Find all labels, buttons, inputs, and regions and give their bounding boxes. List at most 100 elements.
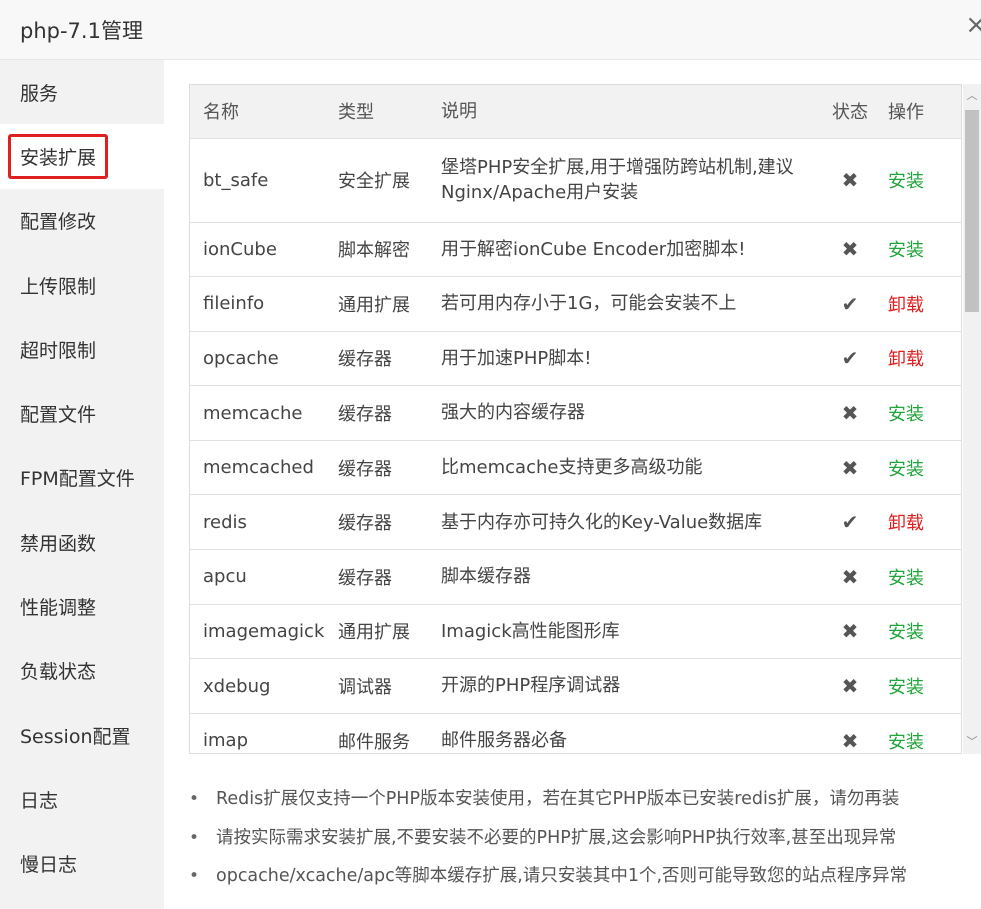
extension-description: 强大的内容缓存器 — [441, 385, 818, 441]
bullet-icon: • — [189, 789, 200, 809]
extension-description: 用于解密ionCube Encoder加密脚本! — [441, 222, 818, 278]
uninstall-button[interactable]: 卸载 — [888, 295, 924, 316]
table-row: imagemagick 通用扩展 Imagick高性能图形库 ✖ 安装 — [190, 604, 961, 660]
sidebar-item-install-extensions[interactable]: 安装扩展 — [0, 124, 164, 189]
extension-type: 脚本解密 — [338, 222, 441, 278]
sidebar-item-label: 安装扩展 — [8, 133, 109, 179]
extension-name: bt_safe — [190, 138, 338, 223]
sidebar-item-service[interactable]: 服务 — [0, 60, 164, 124]
extension-type: 通用扩展 — [338, 276, 441, 332]
sidebar-item-slow-log[interactable]: 慢日志 — [0, 832, 164, 896]
not-installed-icon: ✖ — [841, 619, 859, 644]
note-item: • opcache/xcache/apc等脚本缓存扩展,请只安装其中1个,否则可能… — [189, 861, 979, 900]
extension-type: 通用扩展 — [338, 604, 441, 660]
scrollbar-thumb[interactable] — [965, 110, 979, 312]
not-installed-icon: ✖ — [841, 674, 859, 699]
installed-check-icon: ✔ — [841, 510, 859, 535]
not-installed-icon: ✖ — [841, 168, 859, 192]
sidebar-item-label: 上传限制 — [20, 275, 97, 298]
extension-type: 缓存器 — [338, 331, 441, 387]
extension-type: 缓存器 — [338, 440, 441, 496]
note-item: • Redis扩展仅支持一个PHP版本安装使用，若在其它PHP版本已安装redis… — [189, 784, 979, 823]
sidebar-item-label: 禁用函数 — [20, 532, 97, 555]
extension-name: fileinfo — [190, 276, 338, 332]
sidebar-item-fpm-config-file[interactable]: FPM配置文件 — [0, 446, 164, 510]
extension-type: 缓存器 — [338, 494, 441, 551]
install-button[interactable]: 安装 — [888, 171, 924, 192]
close-icon[interactable]: × — [965, 12, 981, 38]
not-installed-icon: ✖ — [841, 728, 859, 753]
uninstall-button[interactable]: 卸载 — [888, 349, 924, 370]
sidebar-item-performance-tuning[interactable]: 性能调整 — [0, 574, 164, 638]
extension-description: 基于内存亦可持久化的Key-Value数据库 — [441, 494, 818, 551]
table-row: memcache 缓存器 强大的内容缓存器 ✖ 安装 — [190, 385, 961, 441]
not-installed-icon: ✖ — [841, 237, 859, 262]
scroll-up-icon[interactable]: ︿ — [963, 84, 981, 108]
table-scrollbar[interactable]: ︿ ﹀ — [963, 84, 981, 754]
extension-type: 缓存器 — [338, 549, 441, 605]
extension-type: 缓存器 — [338, 385, 441, 441]
install-button[interactable]: 安装 — [888, 732, 924, 753]
table-row: imap 邮件服务 邮件服务器必备 ✖ 安装 — [190, 713, 961, 753]
note-item: • 请按实际需求安装扩展,不要安装不必要的PHP扩展,这会影响PHP执行效率,甚至… — [189, 823, 979, 862]
extension-description: 比memcache支持更多高级功能 — [441, 440, 818, 496]
sidebar-item-label: 服务 — [20, 82, 59, 105]
sidebar-item-load-status[interactable]: 负载状态 — [0, 639, 164, 703]
extension-type: 调试器 — [338, 658, 441, 714]
extensions-table: 名称 类型 说明 状态 操作 bt_safe 安全扩展 堡塔PHP安全扩展,用于… — [190, 85, 961, 753]
install-button[interactable]: 安装 — [888, 459, 924, 480]
install-button[interactable]: 安装 — [888, 568, 924, 589]
column-header-status: 状态 — [818, 85, 882, 139]
table-row: fileinfo 通用扩展 若可用内存小于1G，可能会安装不上 ✔ 卸载 — [190, 276, 961, 332]
sidebar-item-upload-limit[interactable]: 上传限制 — [0, 253, 164, 317]
sidebar-item-label: Session配置 — [20, 725, 131, 748]
notes-list: • Redis扩展仅支持一个PHP版本安装使用，若在其它PHP版本已安装redis… — [189, 784, 979, 900]
sidebar-item-timeout-limit[interactable]: 超时限制 — [0, 317, 164, 381]
sidebar-item-log[interactable]: 日志 — [0, 767, 164, 831]
extension-name: xdebug — [190, 658, 338, 714]
extension-name: apcu — [190, 549, 338, 605]
sidebar-item-label: 配置修改 — [20, 211, 97, 234]
installed-check-icon: ✔ — [841, 346, 859, 371]
table-row: xdebug 调试器 开源的PHP程序调试器 ✖ 安装 — [190, 658, 961, 714]
table-row: redis 缓存器 基于内存亦可持久化的Key-Value数据库 ✔ 卸载 — [190, 494, 961, 551]
extension-type: 邮件服务 — [338, 713, 441, 753]
sidebar-item-config-file[interactable]: 配置文件 — [0, 381, 164, 445]
sidebar-item-disabled-functions[interactable]: 禁用函数 — [0, 510, 164, 574]
sidebar-item-label: FPM配置文件 — [20, 468, 135, 491]
sidebar-item-label: 日志 — [20, 789, 59, 812]
extension-description: 开源的PHP程序调试器 — [441, 658, 818, 714]
column-header-type: 类型 — [338, 85, 441, 139]
extension-name: memcached — [190, 440, 338, 496]
extension-type: 安全扩展 — [338, 138, 441, 223]
sidebar-item-label: 配置文件 — [20, 404, 97, 427]
extension-name: memcache — [190, 385, 338, 441]
uninstall-button[interactable]: 卸载 — [888, 513, 924, 534]
sidebar-item-label: 性能调整 — [20, 597, 97, 620]
php-manager-window: php-7.1管理 × 服务 安装扩展 配置修改 上传限制 超时限制 配置文件 … — [0, 0, 981, 909]
note-text: Redis扩展仅支持一个PHP版本安装使用，若在其它PHP版本已安装redis扩… — [216, 789, 900, 809]
extension-description: 若可用内存小于1G，可能会安装不上 — [441, 276, 818, 332]
not-installed-icon: ✖ — [841, 455, 859, 480]
install-button[interactable]: 安装 — [888, 622, 924, 643]
scroll-down-icon[interactable]: ﹀ — [963, 730, 981, 754]
sidebar-item-config-edit[interactable]: 配置修改 — [0, 189, 164, 253]
extension-name: opcache — [190, 331, 338, 387]
note-text: 请按实际需求安装扩展,不要安装不必要的PHP扩展,这会影响PHP执行效率,甚至出… — [216, 827, 897, 848]
sidebar: 服务 安装扩展 配置修改 上传限制 超时限制 配置文件 FPM配置文件 禁用函数… — [0, 60, 164, 909]
bullet-icon: • — [189, 866, 200, 886]
bullet-icon: • — [189, 827, 200, 848]
extension-name: ionCube — [190, 222, 338, 278]
column-header-action: 操作 — [882, 85, 961, 139]
table-header-row: 名称 类型 说明 状态 操作 — [190, 85, 961, 139]
install-button[interactable]: 安装 — [888, 404, 924, 425]
extension-description: 脚本缓存器 — [441, 549, 818, 605]
column-header-description: 说明 — [441, 85, 818, 139]
table-row: bt_safe 安全扩展 堡塔PHP安全扩展,用于增强防跨站机制,建议Nginx… — [190, 138, 961, 223]
extension-name: redis — [190, 494, 338, 551]
note-text: opcache/xcache/apc等脚本缓存扩展,请只安装其中1个,否则可能导… — [216, 866, 908, 886]
install-button[interactable]: 安装 — [888, 677, 924, 698]
sidebar-item-session-config[interactable]: Session配置 — [0, 703, 164, 767]
install-button[interactable]: 安装 — [888, 240, 924, 261]
main-panel: 名称 类型 说明 状态 操作 bt_safe 安全扩展 堡塔PHP安全扩展,用于… — [164, 60, 981, 909]
